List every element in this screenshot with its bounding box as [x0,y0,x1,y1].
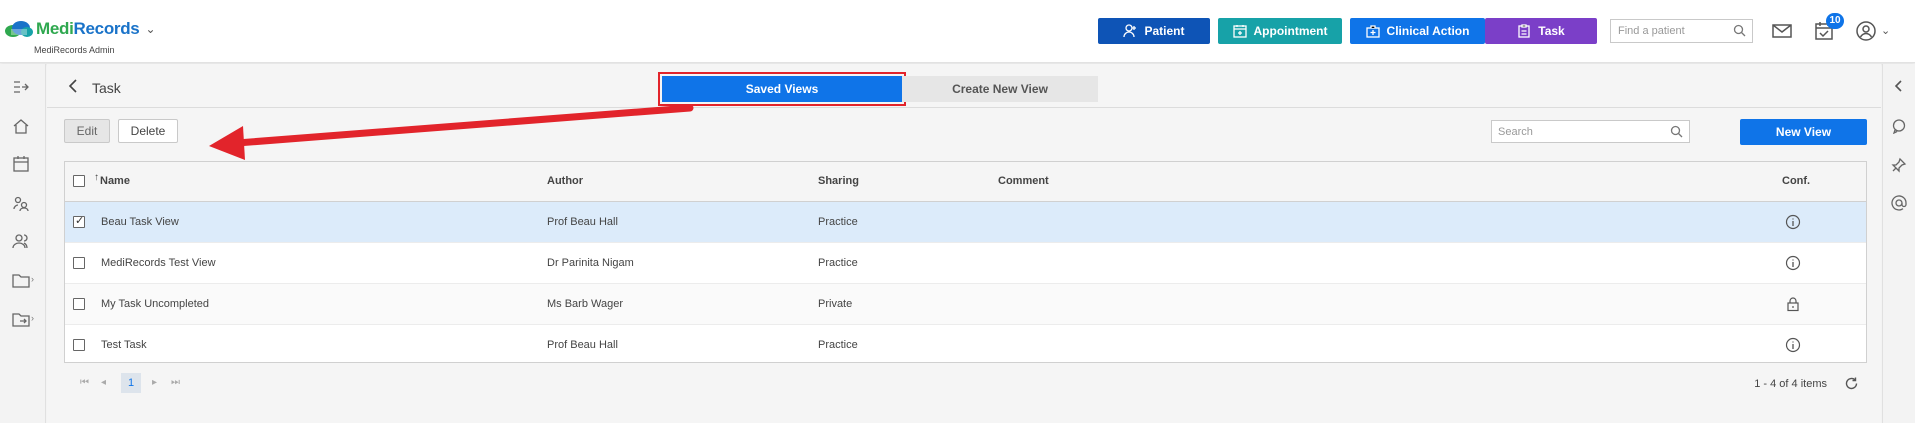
add-person-icon [1123,24,1137,38]
folder-export-chevron-icon[interactable]: › [31,313,34,323]
calendar-add-icon [1232,25,1247,38]
row-checkbox[interactable] [73,298,85,310]
column-sharing[interactable]: Sharing [818,175,859,187]
brand-subtitle: MediRecords Admin [34,45,115,55]
row-sharing: Practice [818,339,858,351]
appointment-button[interactable]: Appointment [1218,18,1342,44]
folder-expand-chevron-icon[interactable]: › [31,274,34,284]
new-view-button[interactable]: New View [1740,119,1867,145]
search-placeholder: Search [1498,126,1533,138]
clinical-action-button-label: Clinical Action [1386,24,1470,38]
last-page-icon[interactable]: ⏭ [171,377,180,388]
back-arrow-icon[interactable] [67,79,81,93]
column-comment[interactable]: Comment [998,175,1049,187]
table-row[interactable]: MediRecords Test View Dr Parinita Nigam … [65,243,1866,284]
info-icon[interactable] [1785,255,1801,271]
saved-views-table: ↑ Name Author Sharing Comment Conf. Beau… [64,161,1867,363]
edit-button[interactable]: Edit [64,119,110,143]
search-icon[interactable] [1733,24,1746,37]
page-title: Task [92,80,121,96]
row-sharing: Private [818,298,853,310]
folder-icon[interactable] [12,271,30,289]
table-row[interactable]: My Task Uncompleted Ms Barb Wager Privat… [65,284,1866,325]
top-header: MediRecords ⌄ MediRecords Admin Patient … [0,0,1915,63]
task-count-badge: 10 [1826,13,1844,29]
views-search-input[interactable]: Search [1491,120,1690,143]
calendar-icon[interactable] [12,155,30,173]
task-button[interactable]: Task [1485,18,1597,44]
main-content: Task Saved Views Create New View Edit De… [47,64,1881,423]
left-sidebar: › › [0,64,46,423]
row-author: Prof Beau Hall [547,216,618,228]
row-author: Prof Beau Hall [547,339,618,351]
find-patient-placeholder: Find a patient [1618,25,1685,37]
delete-button[interactable]: Delete [118,119,178,143]
row-sharing: Practice [818,257,858,269]
row-author: Dr Parinita Nigam [547,257,634,269]
column-name[interactable]: Name [100,175,130,187]
sort-ascending-icon[interactable]: ↑ [94,172,99,183]
mail-icon[interactable] [1771,20,1793,42]
table-row[interactable]: Beau Task View Prof Beau Hall Practice [65,202,1866,243]
patients-group-icon[interactable] [12,194,30,212]
row-author: Ms Barb Wager [547,298,624,310]
table-header: ↑ Name Author Sharing Comment Conf. [65,162,1866,202]
row-name: My Task Uncompleted [101,298,210,310]
chat-icon[interactable] [1891,118,1907,134]
refresh-icon[interactable] [1844,376,1859,391]
row-name: MediRecords Test View [101,257,216,269]
row-name: Beau Task View [101,216,179,228]
clipboard-icon [1518,24,1530,38]
tab-create-new-view[interactable]: Create New View [902,76,1098,102]
users-icon[interactable] [12,232,30,250]
collapse-left-icon[interactable] [1892,79,1906,93]
app-logo[interactable]: MediRecords ⌄ [4,19,156,39]
right-sidebar [1882,64,1915,423]
first-page-icon[interactable]: ⏮ [80,377,89,388]
find-patient-input[interactable]: Find a patient [1610,19,1753,43]
prev-page-icon[interactable]: ◂ [101,377,106,388]
row-checkbox[interactable] [73,339,85,351]
row-sharing: Practice [818,216,858,228]
pagination: ⏮ ◂ 1 ▸ ⏭ 1 - 4 of 4 items [64,370,1867,400]
patient-button[interactable]: Patient [1098,18,1210,44]
at-sign-icon[interactable] [1891,195,1907,211]
clinical-action-button[interactable]: Clinical Action [1350,18,1485,44]
row-name: Test Task [101,339,147,351]
chevron-down-icon[interactable]: ⌄ [145,22,155,36]
brand-name: MediRecords [36,19,140,38]
search-icon[interactable] [1670,125,1683,138]
folder-export-icon[interactable] [12,310,30,328]
medical-bag-icon [1365,25,1380,38]
row-checkbox[interactable] [73,257,85,269]
task-button-label: Task [1538,24,1565,38]
info-icon[interactable] [1785,337,1801,353]
patient-button-label: Patient [1144,24,1185,38]
column-author[interactable]: Author [547,175,583,187]
lock-icon[interactable] [1785,296,1801,312]
home-icon[interactable] [12,117,30,135]
items-count: 1 - 4 of 4 items [1754,378,1827,390]
current-page[interactable]: 1 [121,373,141,393]
appointment-button-label: Appointment [1253,24,1328,38]
cloud-logo-icon [4,19,34,39]
user-avatar-icon[interactable] [1855,20,1877,42]
expand-menu-icon[interactable] [12,78,30,96]
table-row[interactable]: Test Task Prof Beau Hall Practice [65,325,1866,366]
user-menu-chevron-icon[interactable]: ⌄ [1881,24,1890,37]
pin-icon[interactable] [1891,157,1907,173]
info-icon[interactable] [1785,214,1801,230]
next-page-icon[interactable]: ▸ [152,377,157,388]
column-conf[interactable]: Conf. [1782,175,1810,187]
row-checkbox[interactable] [73,214,85,228]
select-all-checkbox[interactable] [73,175,85,187]
